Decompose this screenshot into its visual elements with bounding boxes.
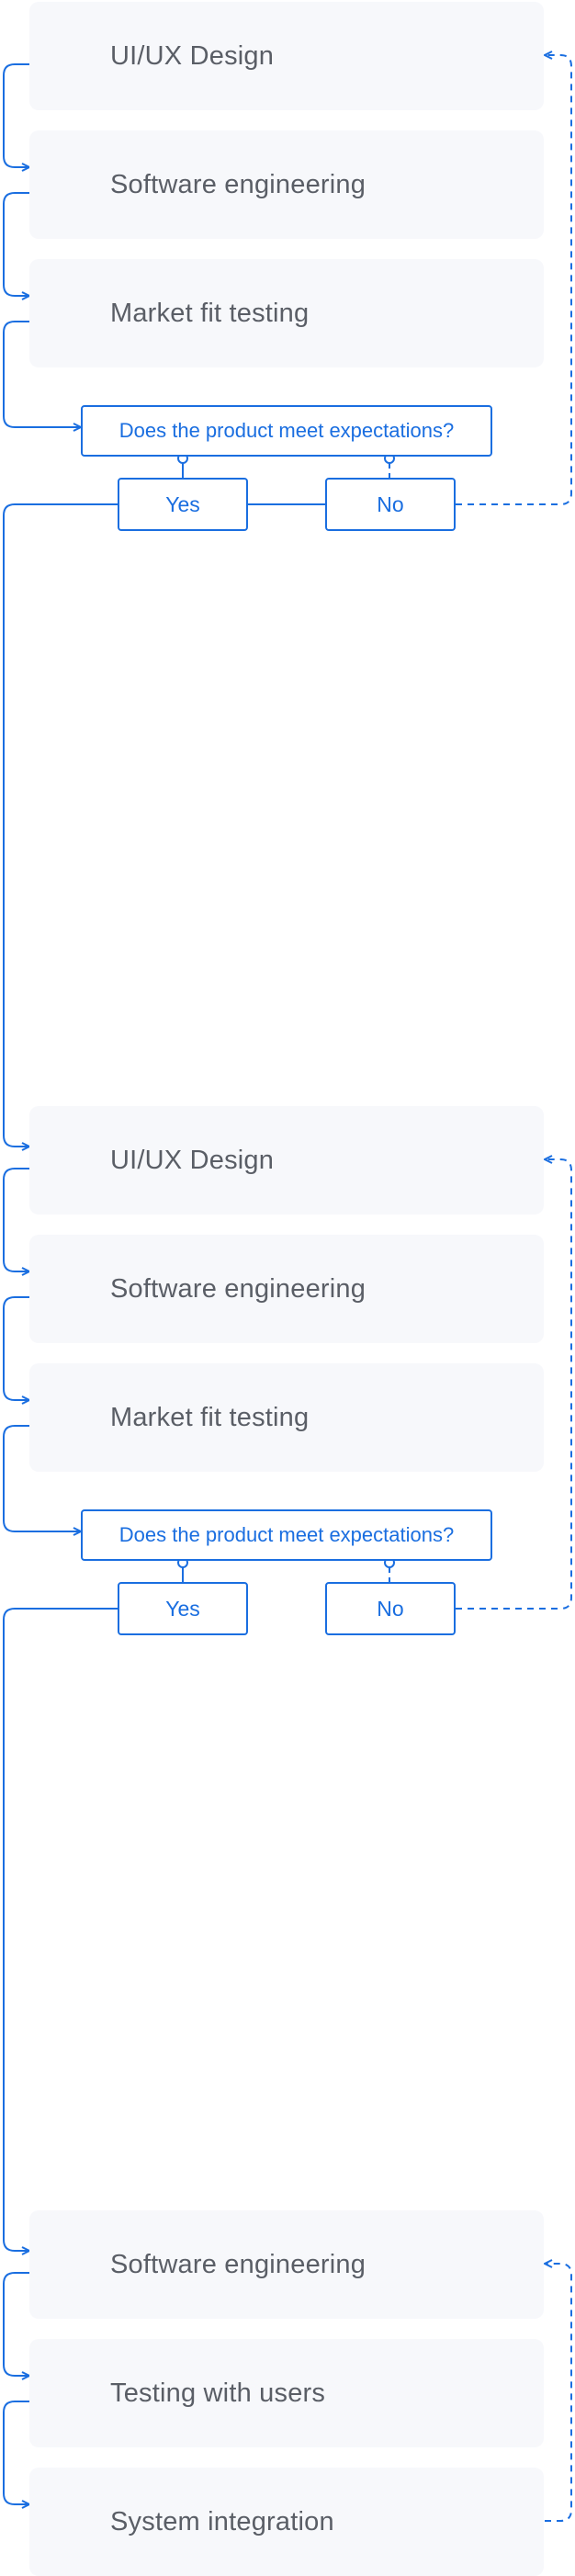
step-card-market-fit-testing: Market fit testing [29,1363,544,1472]
step-card-software-engineering: Software engineering [29,2210,544,2319]
step-card-system-integration: System integration [29,2468,544,2576]
step-label: System integration [110,2506,334,2536]
step-label: Software engineering [110,169,366,199]
step-label: Software engineering [110,2249,366,2279]
step-card-testing-with-users: Testing with users [29,2339,544,2447]
step-label: UI/UX Design [110,1145,275,1175]
step-card-software-engineering: Software engineering [29,1235,544,1343]
step-label: Testing with users [110,2378,326,2408]
arrow-engineering-to-users [3,2272,29,2376]
answer-no: No [325,1582,456,1635]
step-card-ui-ux-design: UI/UX Design [29,2,544,110]
step-label: Software engineering [110,1273,366,1304]
yes-to-next [3,1608,118,2251]
arrow-engineering-to-testing [3,192,29,296]
step-label: Market fit testing [110,1402,310,1432]
answer-yes: Yes [118,478,248,531]
decision-question: Does the product meet expectations? [81,1509,492,1561]
step-card-ui-ux-design: UI/UX Design [29,1106,544,1215]
yes-to-next [3,503,118,1147]
arrow-design-to-engineering [3,63,29,167]
step-card-software-engineering: Software engineering [29,130,544,239]
answer-no: No [325,478,456,531]
decision-question: Does the product meet expectations? [81,405,492,457]
integration-loop-back [545,2264,572,2522]
arrow-design-to-engineering [3,1168,29,1271]
step-label: UI/UX Design [110,40,275,71]
step-label: Market fit testing [110,298,310,328]
arrow-users-to-integration [3,2401,29,2504]
step-card-market-fit-testing: Market fit testing [29,259,544,367]
answer-yes: Yes [118,1582,248,1635]
arrow-engineering-to-testing [3,1296,29,1400]
